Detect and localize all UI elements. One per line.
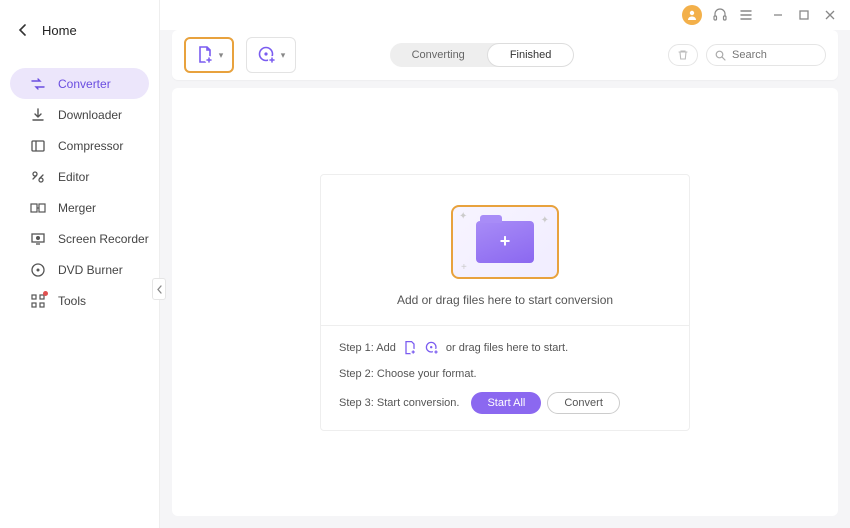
screen-recorder-icon (30, 231, 46, 247)
add-file-button[interactable]: ▾ (184, 37, 234, 73)
sidebar-item-tools[interactable]: Tools (10, 285, 149, 316)
tab-converting[interactable]: Converting (390, 43, 487, 67)
sidebar-item-compressor[interactable]: Compressor (10, 130, 149, 161)
step-2: Step 2: Choose your format. (339, 368, 671, 380)
home-row[interactable]: Home (0, 0, 159, 60)
state-tabs: Converting Finished (390, 43, 575, 67)
nav: Converter Downloader Compressor Editor (0, 60, 159, 316)
sidebar-item-label: DVD Burner (58, 263, 123, 277)
sidebar-item-downloader[interactable]: Downloader (10, 99, 149, 130)
tab-finished[interactable]: Finished (487, 43, 575, 67)
editor-icon (30, 169, 46, 185)
plus-icon: + (500, 231, 511, 252)
sidebar-item-screen-recorder[interactable]: Screen Recorder (10, 223, 149, 254)
folder-icon: + (476, 221, 534, 263)
sidebar-item-label: Screen Recorder (58, 232, 149, 246)
chevron-down-icon: ▾ (219, 50, 224, 61)
tools-icon (30, 293, 46, 309)
sidebar-item-label: Compressor (58, 139, 123, 153)
sidebar-item-editor[interactable]: Editor (10, 161, 149, 192)
toolbar: ▾ ▾ Converting Finished (172, 30, 838, 80)
drop-card: ✦ + ✦ + Add or drag files here to start … (320, 174, 690, 431)
start-all-button[interactable]: Start All (471, 392, 541, 414)
step-3: Step 3: Start conversion. Start All Conv… (339, 392, 671, 414)
add-file-mini-icon (402, 340, 418, 356)
compressor-icon (30, 138, 46, 154)
sidebar-item-label: Merger (58, 201, 96, 215)
sidebar-item-label: Downloader (58, 108, 122, 122)
titlebar (160, 0, 850, 30)
main: ▾ ▾ Converting Finished (160, 0, 850, 528)
home-label: Home (42, 23, 77, 38)
convert-button[interactable]: Convert (547, 392, 620, 414)
search-icon (715, 50, 726, 61)
content: ✦ + ✦ + Add or drag files here to start … (172, 88, 838, 516)
sidebar-item-merger[interactable]: Merger (10, 192, 149, 223)
add-disc-mini-icon (424, 340, 440, 356)
search-input[interactable] (732, 49, 812, 61)
menu-icon[interactable] (738, 7, 754, 23)
add-disc-button[interactable]: ▾ (246, 37, 296, 73)
dvd-burner-icon (30, 262, 46, 278)
avatar[interactable] (682, 5, 702, 25)
back-icon[interactable] (18, 24, 28, 36)
maximize-button[interactable] (796, 7, 812, 23)
headset-icon[interactable] (712, 7, 728, 23)
merger-icon (30, 200, 46, 216)
converter-icon (30, 76, 46, 92)
sidebar-collapse-button[interactable] (152, 278, 166, 300)
minimize-button[interactable] (770, 7, 786, 23)
sidebar-item-label: Tools (58, 294, 86, 308)
add-files-dropzone[interactable]: ✦ + ✦ + (451, 205, 559, 279)
search-box[interactable] (706, 44, 826, 66)
step-1: Step 1: Add or drag files here to start. (339, 340, 671, 356)
steps: Step 1: Add or drag files here to start.… (321, 325, 689, 430)
downloader-icon (30, 107, 46, 123)
chevron-down-icon: ▾ (281, 50, 286, 61)
sidebar-item-converter[interactable]: Converter (10, 68, 149, 99)
close-button[interactable] (822, 7, 838, 23)
dropzone-text: Add or drag files here to start conversi… (397, 293, 613, 307)
sidebar: Home Converter Downloader Compressor (0, 0, 160, 528)
sidebar-item-label: Converter (58, 77, 111, 91)
trash-button[interactable] (668, 44, 698, 66)
sidebar-item-dvd-burner[interactable]: DVD Burner (10, 254, 149, 285)
sidebar-item-label: Editor (58, 170, 89, 184)
